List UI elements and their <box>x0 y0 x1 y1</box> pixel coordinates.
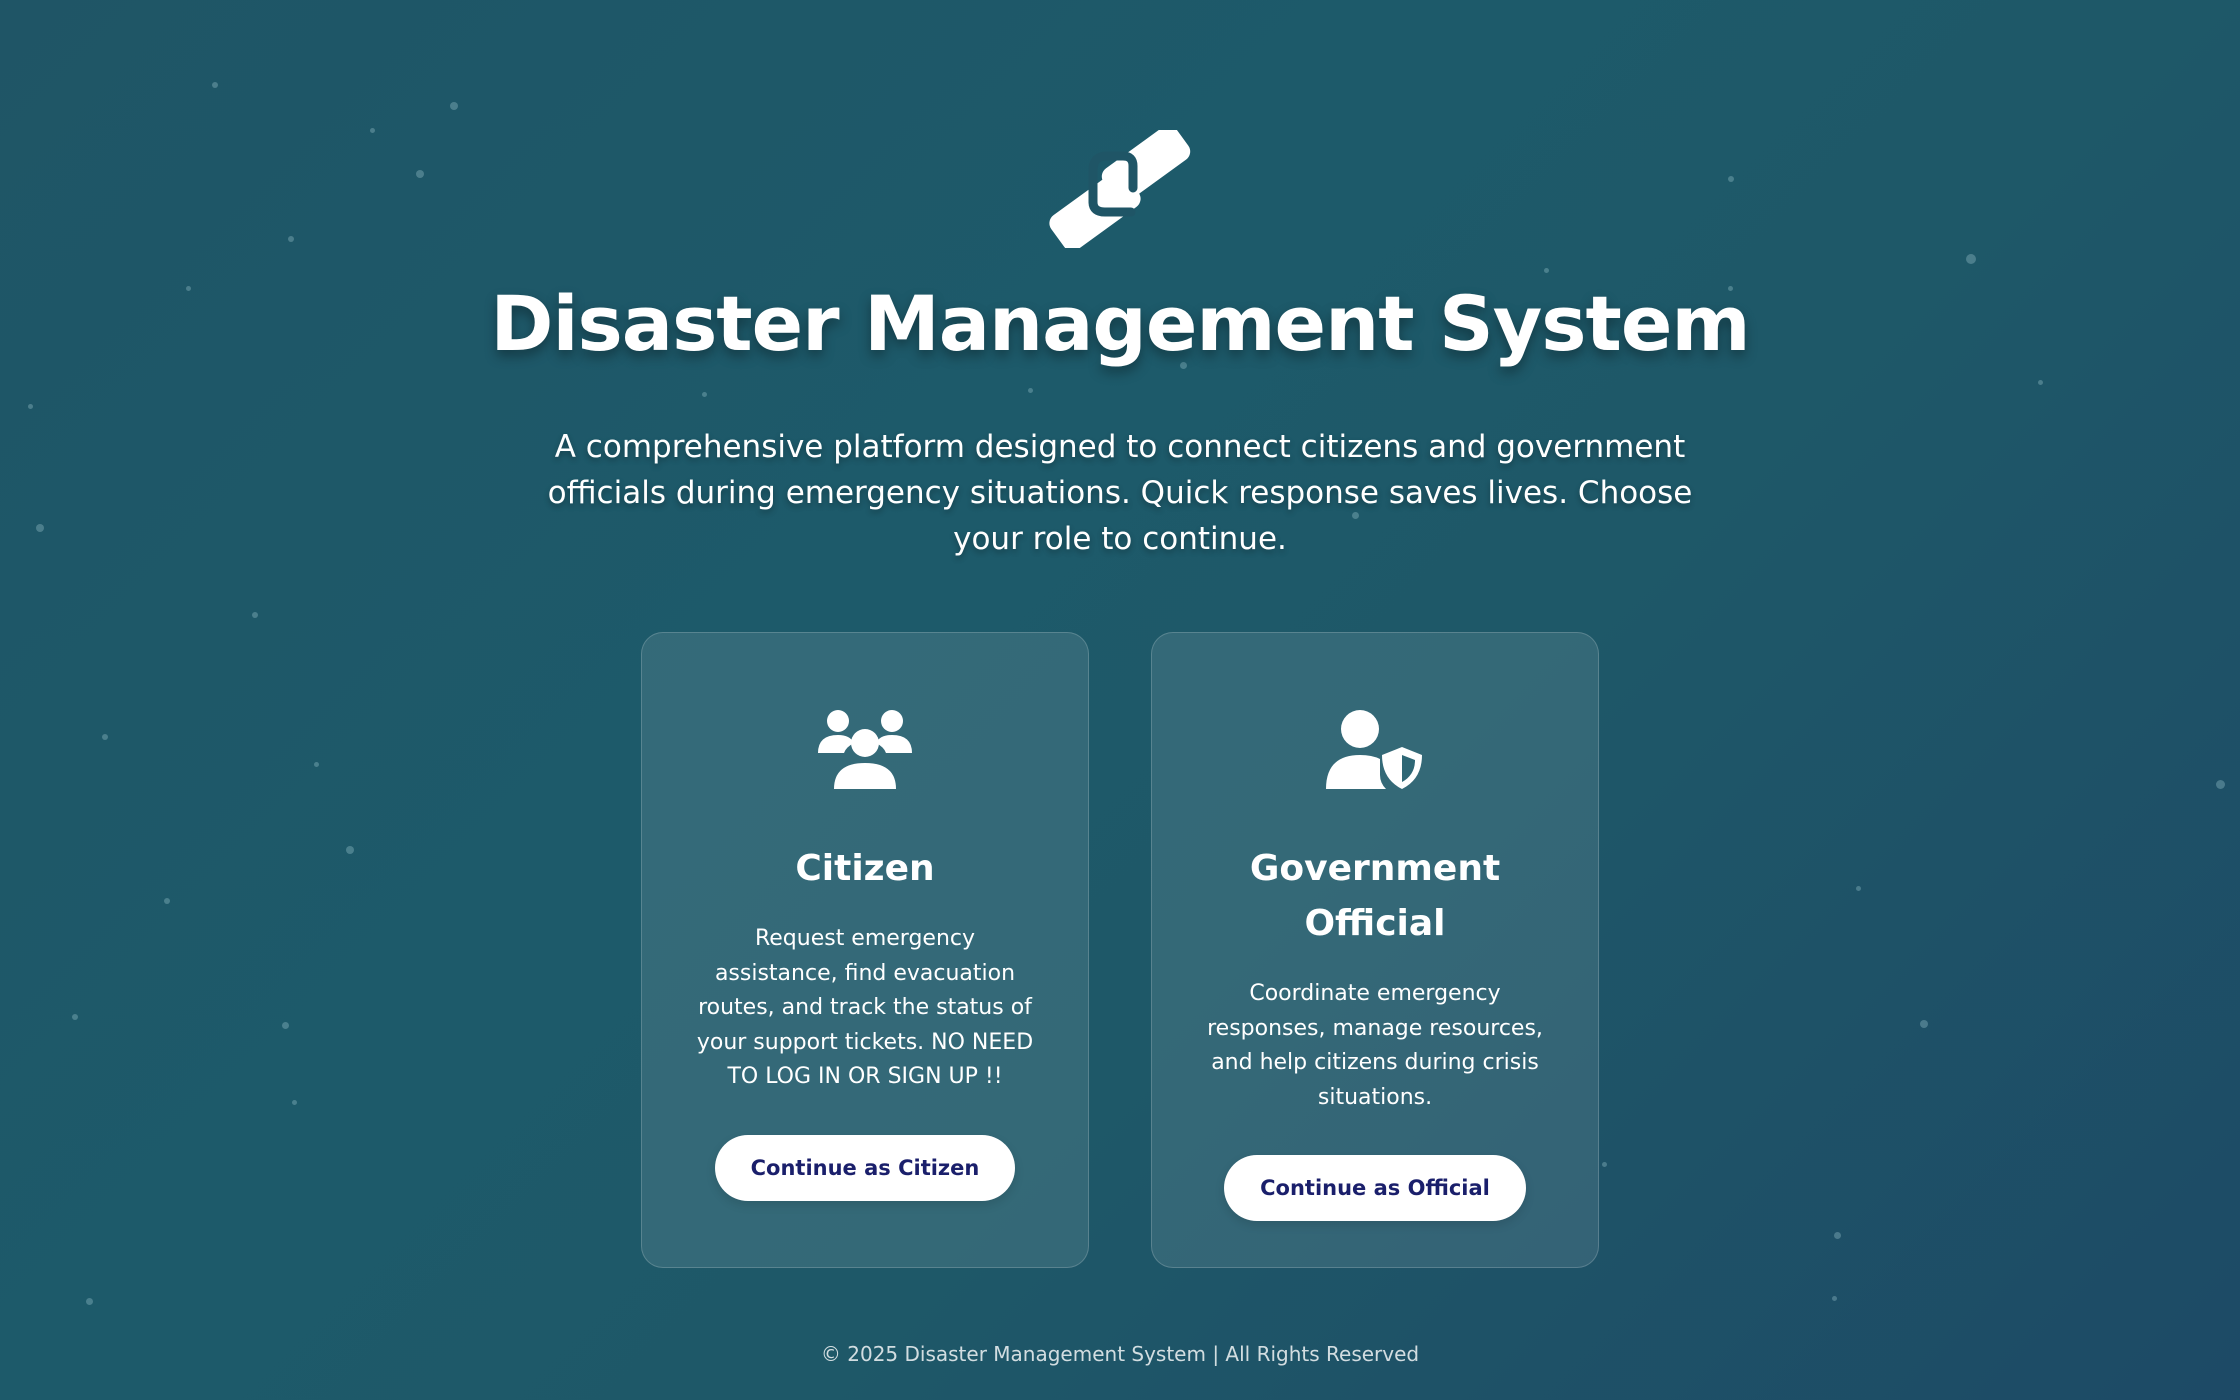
citizen-card-description: Request emergency assistance, find evacu… <box>696 926 1034 1089</box>
official-card-title: Government Official <box>1249 848 1501 944</box>
official-card-description: Coordinate emergency responses, manage r… <box>1207 981 1543 1110</box>
user-shield-icon <box>1326 710 1422 789</box>
page-subtitle: A comprehensive platform designed to con… <box>547 428 1693 557</box>
hero-header: Disaster Management System A comprehensi… <box>0 130 2240 562</box>
users-group-icon <box>818 710 912 789</box>
citizen-card-title: Citizen <box>795 848 935 889</box>
citizen-role-card: Citizen Request emergency assistance, fi… <box>641 632 1089 1268</box>
page-title: Disaster Management System <box>490 279 1750 368</box>
official-role-card: Government Official Coordinate emergency… <box>1151 632 1599 1268</box>
continue-as-citizen-button[interactable]: Continue as Citizen <box>714 1134 1016 1201</box>
continue-as-official-button[interactable]: Continue as Official <box>1224 1155 1526 1221</box>
footer-copyright: © 2025 Disaster Management System | All … <box>820 1342 1420 1366</box>
handshake-icon <box>1049 130 1191 248</box>
